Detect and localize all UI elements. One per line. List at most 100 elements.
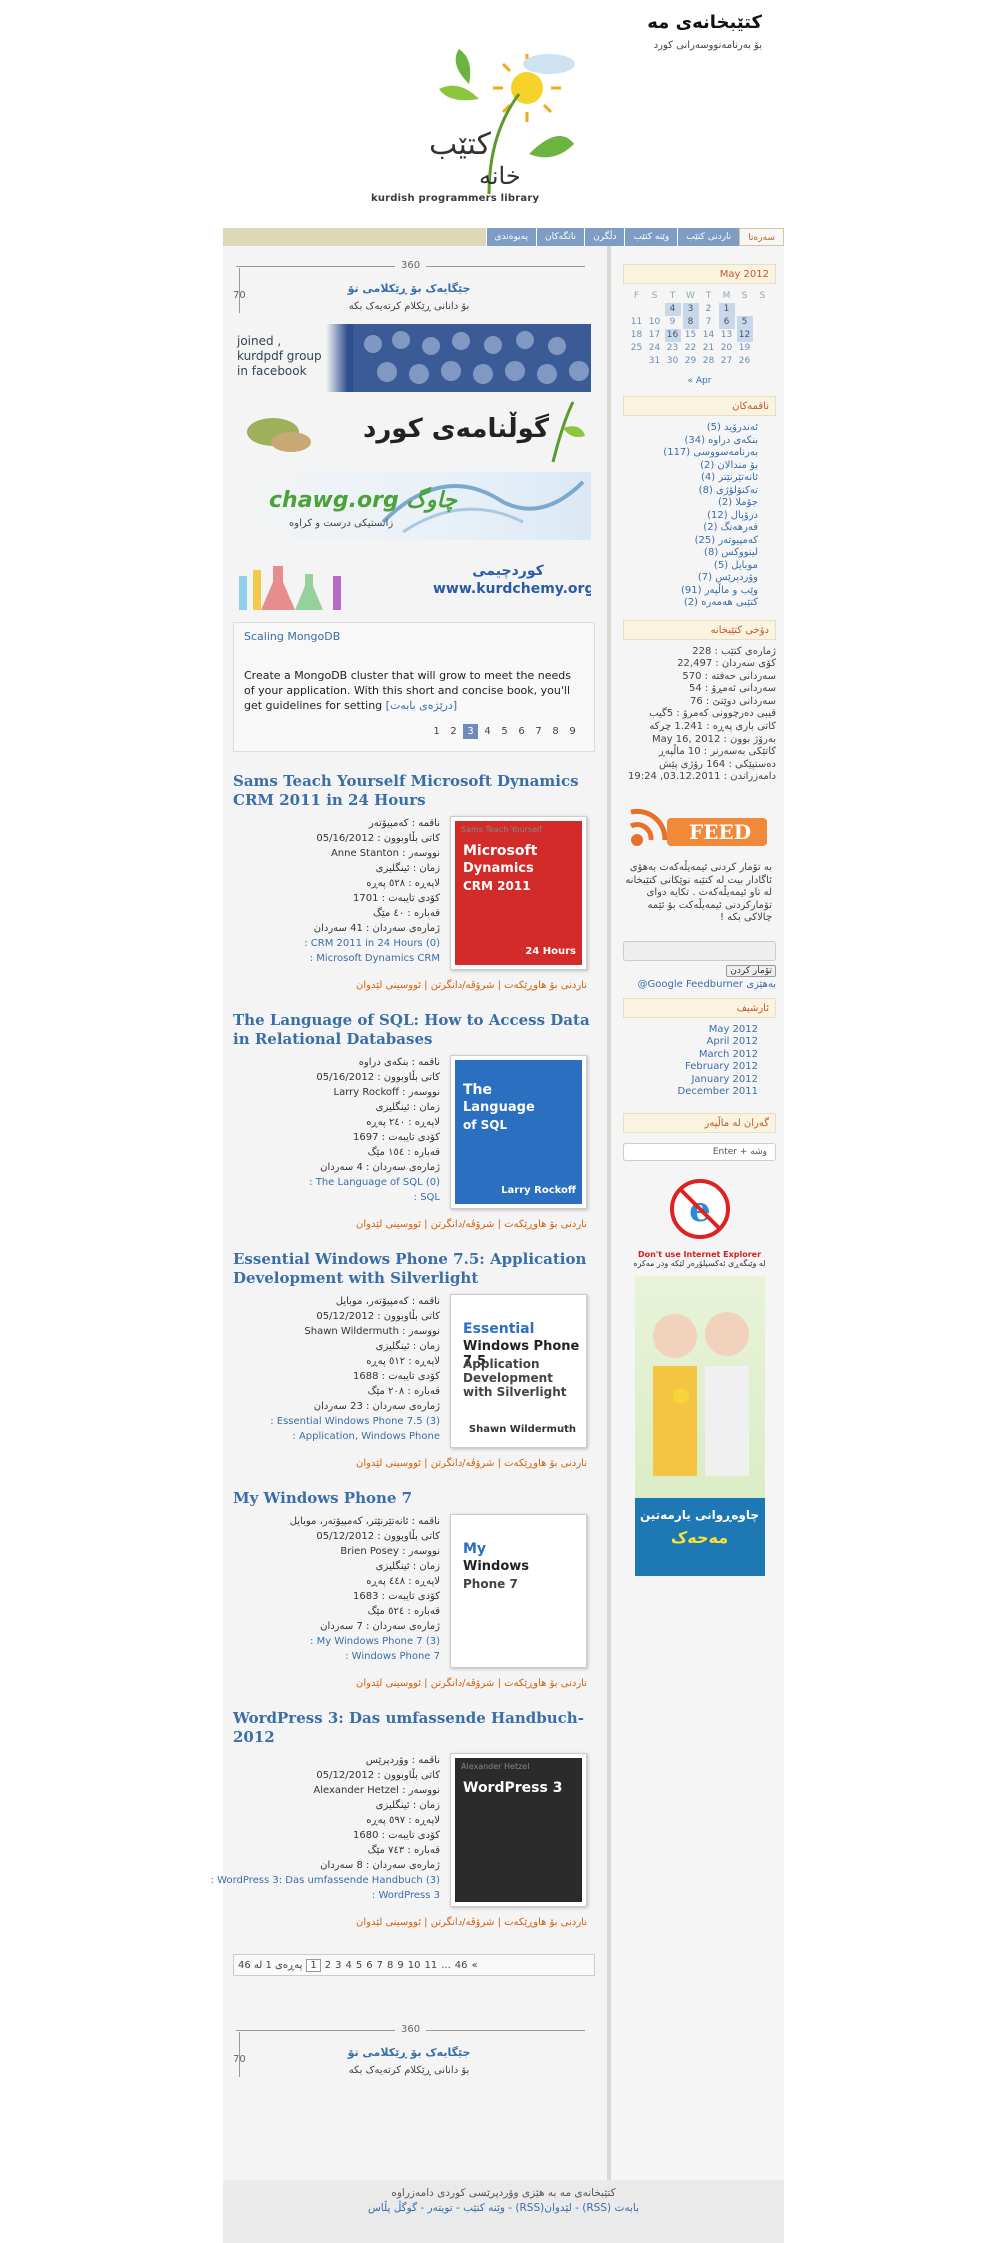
archive-item[interactable]: May 2012: [623, 1024, 776, 1037]
calendar-day[interactable]: 26: [737, 355, 753, 368]
featured-page[interactable]: 6: [514, 724, 529, 739]
facebook-banner[interactable]: joined , kurdpdf group in facebook: [233, 324, 591, 392]
calendar-day[interactable]: 21: [701, 342, 717, 355]
pagination-page[interactable]: 8: [387, 1960, 393, 1971]
nav-book-images[interactable]: وێنە کتێب: [624, 228, 678, 246]
calendar-day[interactable]: 18: [629, 329, 645, 342]
calendar-day[interactable]: 20: [719, 342, 735, 355]
post-actions[interactable]: ناردنی بۆ هاوڕێکەت | شرۆڤە/دانگرتن | ئوو…: [233, 1219, 595, 1230]
pagination-page[interactable]: 6: [366, 1960, 372, 1971]
ad-title[interactable]: جێگایەک بۆ ڕێکلامی تۆ: [233, 2046, 585, 2059]
post-title[interactable]: Sams Teach Yourself Microsoft Dynamics C…: [233, 772, 595, 810]
post-link[interactable]: The Language of SQL (0) :: [240, 1175, 440, 1190]
calendar-prev-month[interactable]: Apr »: [623, 376, 776, 386]
archive-item[interactable]: February 2012: [623, 1061, 776, 1074]
calendar-day[interactable]: 5: [736, 316, 753, 329]
calendar-day[interactable]: 7: [701, 316, 717, 329]
ad-placeholder-bottom[interactable]: 360 70 جێگایەک بۆ ڕێکلامی تۆ بۆ دانانی ڕ…: [233, 2010, 595, 2082]
featured-read-more[interactable]: [درێژەی بابەت]: [386, 699, 458, 712]
category-item[interactable]: کتێبی هەمەرە (2): [623, 597, 776, 610]
featured-page-current[interactable]: 3: [463, 724, 478, 739]
nav-send-book[interactable]: ناردنی کتێب: [677, 228, 740, 246]
category-item[interactable]: وۆردپرێس (7): [623, 572, 776, 585]
nav-contact[interactable]: پەیوەندی: [485, 228, 536, 246]
featured-page[interactable]: 1: [429, 724, 444, 739]
category-item[interactable]: وێب و ماڵپەر (91): [623, 585, 776, 598]
rss-feed-badge[interactable]: FEED: [623, 804, 776, 854]
calendar-day[interactable]: 25: [629, 342, 645, 355]
category-item[interactable]: موبایل (5): [623, 560, 776, 573]
featured-page[interactable]: 9: [565, 724, 580, 739]
post-link[interactable]: Microsoft Dynamics CRM :: [240, 951, 440, 966]
calendar-day[interactable]: 8: [682, 316, 699, 329]
ad-title[interactable]: جێگایەک بۆ ڕێکلامی تۆ: [233, 282, 585, 295]
kurdchemy-banner[interactable]: کوردچیمی www.kurdchemy.org: [233, 546, 591, 614]
category-item[interactable]: فەرهەنگ (2): [623, 522, 776, 535]
featured-page[interactable]: 8: [548, 724, 563, 739]
calendar-day[interactable]: 4: [664, 303, 681, 316]
ie-warning[interactable]: e Don't use Internet Explorer لە وێبگەڕی…: [623, 1175, 776, 1268]
calendar-day[interactable]: 3: [682, 303, 699, 316]
calendar-day[interactable]: 2: [701, 303, 717, 316]
category-item[interactable]: ئەندرۆید (5): [623, 422, 776, 435]
post-actions[interactable]: ناردنی بۆ هاوڕێکەت | شرۆڤە/دانگرتن | ئوو…: [233, 1678, 595, 1689]
featured-page[interactable]: 5: [497, 724, 512, 739]
calendar-day[interactable]: 17: [647, 329, 663, 342]
pagination-page[interactable]: 11: [424, 1960, 437, 1971]
calendar-day[interactable]: 30: [665, 355, 681, 368]
footer-links[interactable]: بابەت (RSS) - لێدوان(RSS) - وێنە کتێب - …: [223, 2201, 784, 2216]
post-title[interactable]: The Language of SQL: How to Access Data …: [233, 1011, 595, 1049]
book-cover[interactable]: Alexander Hetzel WordPress 3: [450, 1753, 587, 1907]
pagination-page[interactable]: 46: [455, 1960, 468, 1971]
calendar-day[interactable]: 22: [683, 342, 699, 355]
calendar-day[interactable]: 27: [719, 355, 735, 368]
gulname-banner[interactable]: گوڵنامەی کورد: [233, 398, 591, 466]
calendar-day[interactable]: 9: [665, 316, 681, 329]
calendar-day[interactable]: 13: [719, 329, 735, 342]
post-actions[interactable]: ناردنی بۆ هاوڕێکەت | شرۆڤە/دانگرتن | ئوو…: [233, 1917, 595, 1928]
pagination-page-current[interactable]: 1: [306, 1958, 321, 1972]
post-link[interactable]: SQL :: [240, 1190, 440, 1205]
post-actions[interactable]: ناردنی بۆ هاوڕێکەت | شرۆڤە/دانگرتن | ئوو…: [233, 1458, 595, 1469]
category-item[interactable]: بەرنامەسووسی (117): [623, 447, 776, 460]
calendar-day[interactable]: 31: [647, 355, 663, 368]
post-link[interactable]: WordPress 3 :: [240, 1888, 440, 1903]
pagination-next[interactable]: »: [472, 1960, 478, 1971]
pagination-page[interactable]: 3: [335, 1960, 341, 1971]
category-item[interactable]: درۆپال (12): [623, 510, 776, 523]
subscribe-email-input[interactable]: [623, 940, 776, 961]
category-item[interactable]: تەکنۆلۆژی (8): [623, 485, 776, 498]
calendar-day[interactable]: 11: [629, 316, 645, 329]
calendar-day[interactable]: 10: [647, 316, 663, 329]
archive-item[interactable]: December 2011: [623, 1086, 776, 1099]
calendar-day[interactable]: 15: [683, 329, 699, 342]
pagination-page[interactable]: 10: [408, 1960, 421, 1971]
chawg-banner[interactable]: chawg.org چاوگ زانستیکی درست و کراوە: [233, 472, 591, 540]
post-title[interactable]: Essential Windows Phone 7.5: Application…: [233, 1250, 595, 1288]
archive-item[interactable]: March 2012: [623, 1049, 776, 1062]
calendar-day[interactable]: 19: [737, 342, 753, 355]
post-link[interactable]: Windows Phone 7 :: [240, 1649, 440, 1664]
nav-favorites[interactable]: دڵگرن: [584, 228, 625, 246]
post-title[interactable]: My Windows Phone 7: [233, 1489, 595, 1508]
calendar-day[interactable]: 23: [665, 342, 681, 355]
archive-item[interactable]: April 2012: [623, 1036, 776, 1049]
calendar-day[interactable]: 1: [718, 303, 735, 316]
pagination-page[interactable]: 4: [346, 1960, 352, 1971]
featured-page[interactable]: 2: [446, 724, 461, 739]
subscribe-button[interactable]: تۆمار کردن: [726, 964, 776, 977]
featured-page[interactable]: 7: [531, 724, 546, 739]
calendar-day[interactable]: 28: [701, 355, 717, 368]
category-item[interactable]: بنکەی دراوە (34): [623, 435, 776, 448]
calendar-day[interactable]: 6: [718, 316, 735, 329]
post-link[interactable]: WordPress 3: Das umfassende Handbuch (3)…: [211, 1873, 440, 1888]
charity-banner[interactable]: چاوەڕوانی یارمەتین مەحەک: [634, 1275, 765, 1576]
book-cover[interactable]: Essential Windows Phone 7.5 Application …: [450, 1294, 587, 1448]
calendar-day[interactable]: 12: [736, 329, 753, 342]
ad-placeholder-top[interactable]: 360 70 جێگایەک بۆ ڕێکلامی تۆ بۆ دانانی ڕ…: [233, 246, 595, 318]
featured-book-title[interactable]: Scaling MongoDB: [244, 630, 340, 643]
nav-home[interactable]: سەرەتا: [739, 228, 784, 246]
category-item[interactable]: لینووکس (8): [623, 547, 776, 560]
calendar-day[interactable]: 14: [701, 329, 717, 342]
category-item[interactable]: کەمپیوتەر (25): [623, 535, 776, 548]
